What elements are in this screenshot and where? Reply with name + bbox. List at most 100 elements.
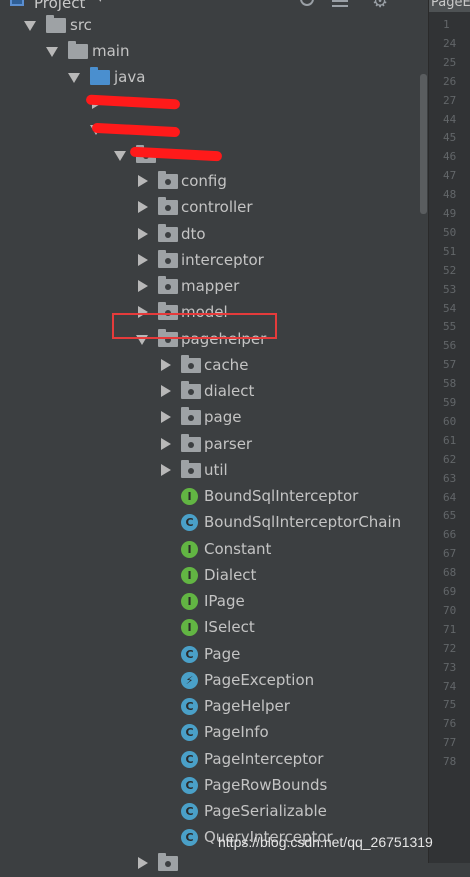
tree-node-package[interactable]: controller: [0, 195, 428, 221]
tree-node-package[interactable]: dto: [0, 222, 428, 248]
tree-node-class[interactable]: I Dialect: [0, 563, 428, 589]
tree-node-label: ISelect: [204, 618, 255, 636]
editor-tab[interactable]: PageE: [429, 0, 470, 12]
tree-node-redacted[interactable]: [0, 117, 428, 143]
tree-node-label: page: [204, 408, 242, 426]
line-number: 65: [443, 509, 457, 523]
tree-node-class[interactable]: C PageInterceptor: [0, 747, 428, 773]
tree-node-class[interactable]: C PageSerializable: [0, 799, 428, 825]
tree-node-label: src: [70, 16, 92, 34]
chevron-right-icon[interactable]: [161, 464, 171, 476]
gear-icon[interactable]: ⚙: [372, 0, 388, 12]
tree-node-subpackage[interactable]: page: [0, 405, 428, 431]
tree-node-class[interactable]: C BoundSqlInterceptorChain: [0, 510, 428, 536]
chevron-down-icon[interactable]: [68, 73, 80, 83]
tree-node-package[interactable]: [0, 851, 428, 877]
project-icon: [10, 0, 24, 6]
chevron-right-icon[interactable]: [161, 385, 171, 397]
line-number: 27: [443, 93, 457, 107]
tree-node-class[interactable]: I IPage: [0, 589, 428, 615]
line-number: 25: [443, 55, 457, 69]
line-number: 59: [443, 396, 457, 409]
package-icon: [181, 355, 201, 373]
package-icon: [158, 250, 178, 268]
tree-node-package[interactable]: mapper: [0, 274, 428, 300]
line-number: 56: [443, 339, 457, 353]
tree-node-redacted[interactable]: [0, 143, 428, 169]
line-number: 47: [443, 169, 457, 183]
tree-node-package[interactable]: config: [0, 169, 428, 195]
exception-class-icon: ⚡: [181, 672, 198, 689]
line-number: 66: [443, 528, 457, 542]
chevron-right-icon[interactable]: [161, 438, 171, 450]
chevron-right-icon[interactable]: [161, 359, 171, 371]
tree-node-class[interactable]: C PageRowBounds: [0, 773, 428, 799]
tree-node-subpackage[interactable]: util: [0, 458, 428, 484]
tree-node-class[interactable]: I ISelect: [0, 615, 428, 641]
tree-node-label: parser: [204, 435, 253, 453]
class-icon: C: [181, 646, 198, 663]
chevron-right-icon[interactable]: [138, 280, 148, 292]
chevron-right-icon[interactable]: [138, 201, 148, 213]
line-number: 63: [443, 471, 457, 485]
tree-node-label: PageSerializable: [204, 802, 327, 820]
tree-node-label: Page: [204, 645, 241, 663]
tree-node-label: controller: [181, 198, 253, 216]
tree-node-class[interactable]: C PageInfo: [0, 720, 428, 746]
interface-icon: I: [181, 593, 198, 610]
tree-node-label: PageHelper: [204, 697, 290, 715]
project-title[interactable]: Project: [34, 0, 85, 12]
chevron-right-icon[interactable]: [138, 254, 148, 266]
tree-node-class[interactable]: I Constant: [0, 537, 428, 563]
class-icon: C: [181, 751, 198, 768]
tree-node-redacted[interactable]: [0, 91, 428, 117]
package-icon: [181, 381, 201, 399]
tree-node-label: PageRowBounds: [204, 776, 328, 794]
tree-node-package[interactable]: interceptor: [0, 248, 428, 274]
tree-node-subpackage[interactable]: parser: [0, 432, 428, 458]
highlight-box: [112, 313, 277, 339]
chevron-down-icon[interactable]: [114, 151, 126, 161]
tree-node-class[interactable]: C Page: [0, 642, 428, 668]
line-number: 78: [443, 755, 457, 769]
tree-node-src[interactable]: src: [0, 13, 428, 39]
locate-target-icon[interactable]: [300, 0, 314, 6]
line-number: 1: [443, 18, 450, 31]
chevron-right-icon[interactable]: [138, 857, 148, 869]
tree-node-subpackage[interactable]: dialect: [0, 379, 428, 405]
tree-node-label: PageException: [204, 671, 315, 689]
tree-node-java[interactable]: java: [0, 65, 428, 91]
tree-node-main[interactable]: main: [0, 39, 428, 65]
tree-node-label: BoundSqlInterceptorChain: [204, 513, 402, 531]
tree-node-subpackage[interactable]: cache: [0, 353, 428, 379]
tree-node-label: IPage: [204, 592, 245, 610]
interface-icon: I: [181, 488, 198, 505]
line-number: 49: [443, 207, 457, 220]
line-number: 53: [443, 282, 457, 296]
project-tree: src main java config controller dto inte…: [0, 12, 428, 871]
chevron-down-icon[interactable]: ▾: [97, 0, 104, 6]
tree-node-label: PageInterceptor: [204, 750, 324, 768]
tree-node-class[interactable]: I BoundSqlInterceptor: [0, 484, 428, 510]
tree-node-class[interactable]: ⚡ PageException: [0, 668, 428, 694]
interface-icon: I: [181, 541, 198, 558]
chevron-right-icon[interactable]: [138, 175, 148, 187]
tree-node-label: BoundSqlInterceptor: [204, 487, 359, 505]
line-number: 44: [443, 112, 457, 126]
collapse-all-icon[interactable]: [332, 0, 348, 8]
chevron-down-icon[interactable]: [46, 47, 58, 57]
line-number: 51: [443, 244, 457, 258]
line-number: 60: [443, 414, 457, 428]
chevron-right-icon[interactable]: [161, 411, 171, 423]
line-number: 73: [443, 660, 457, 674]
tree-node-label: config: [181, 172, 227, 190]
chevron-right-icon[interactable]: [138, 228, 148, 240]
chevron-down-icon[interactable]: [24, 21, 36, 31]
vertical-scrollbar[interactable]: [420, 12, 428, 863]
line-number: 54: [443, 301, 457, 315]
scrollbar-thumb[interactable]: [420, 74, 427, 214]
tree-node-class[interactable]: C PageHelper: [0, 694, 428, 720]
line-number: 24: [443, 36, 457, 50]
tree-node-label: Constant: [204, 540, 272, 558]
line-number: 68: [443, 566, 457, 580]
